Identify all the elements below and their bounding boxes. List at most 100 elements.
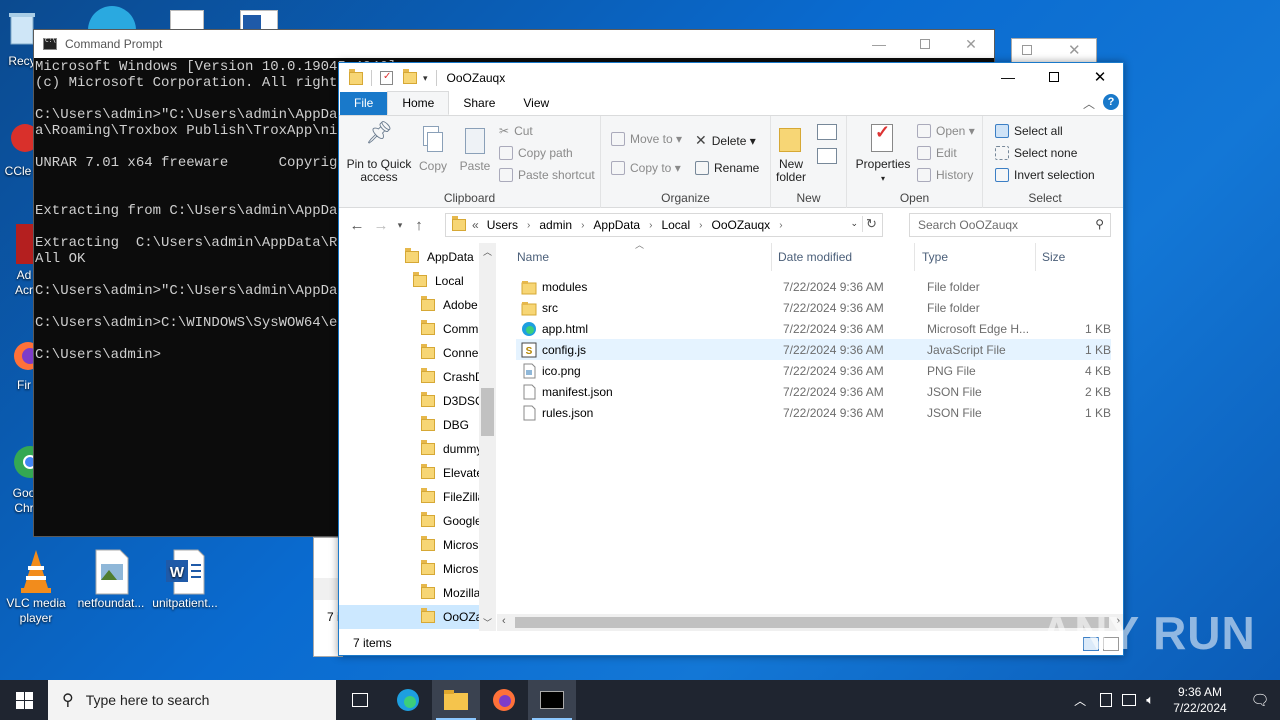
- breadcrumb-local[interactable]: Local: [661, 218, 690, 232]
- nav-item[interactable]: FileZilla: [339, 485, 484, 509]
- copy-to-button[interactable]: Copy to ▾: [611, 161, 681, 175]
- cmd-close-button[interactable]: ✕: [948, 30, 994, 58]
- taskbar-edge-button[interactable]: [384, 680, 432, 720]
- taskbar-explorer-button[interactable]: [432, 680, 480, 720]
- cmd-maximize-button[interactable]: [902, 30, 948, 58]
- tab-home[interactable]: Home: [387, 91, 450, 115]
- column-header-name[interactable]: Name: [517, 250, 549, 264]
- nav-item[interactable]: AppData: [339, 245, 479, 269]
- volume-icon[interactable]: 🔈︎: [1146, 692, 1154, 708]
- select-all-button[interactable]: Select all: [995, 124, 1063, 138]
- qat-properties-icon[interactable]: ✓: [380, 71, 393, 85]
- usb-device-icon[interactable]: [1100, 693, 1113, 707]
- taskbar-search-input[interactable]: Type here to search: [86, 692, 210, 708]
- up-button[interactable]: ↑: [407, 217, 431, 234]
- edit-button[interactable]: Edit: [917, 146, 957, 160]
- tab-file[interactable]: File: [340, 92, 388, 115]
- explorer-minimize-button[interactable]: —: [985, 63, 1031, 91]
- column-header-date[interactable]: Date modified: [778, 250, 852, 264]
- copy-path-button[interactable]: Copy path: [499, 146, 573, 160]
- easy-access-icon[interactable]: [817, 148, 837, 164]
- address-dropdown-icon[interactable]: ⌄: [850, 218, 858, 229]
- task-view-button[interactable]: [336, 680, 384, 720]
- nav-item[interactable]: Conne: [339, 341, 479, 365]
- qat-new-folder-icon[interactable]: [403, 69, 417, 84]
- tab-view[interactable]: View: [509, 92, 563, 115]
- refresh-icon[interactable]: ↻: [862, 216, 880, 232]
- scroll-left-arrow-icon[interactable]: ‹: [502, 615, 506, 627]
- navigation-pane[interactable]: AppData Local Adobe Comm Conne CrashD D3DSC DBG…: [339, 243, 495, 631]
- nav-item[interactable]: Micros: [339, 533, 479, 557]
- rename-button[interactable]: Rename: [695, 161, 759, 175]
- explorer-maximize-button[interactable]: [1031, 63, 1077, 91]
- column-header-size[interactable]: Size: [1042, 250, 1065, 264]
- copy-button[interactable]: Copy: [415, 126, 451, 173]
- search-box[interactable]: Search OoOZauqx ⚲: [909, 213, 1111, 237]
- document-desktop-icon[interactable]: [170, 10, 204, 30]
- edge-desktop-icon[interactable]: [88, 6, 136, 30]
- invert-selection-button[interactable]: Invert selection: [995, 168, 1095, 182]
- breadcrumb-appdata[interactable]: AppData: [593, 218, 640, 232]
- pin-quick-access-button[interactable]: 📌︎ Pin to Quick access: [343, 122, 415, 184]
- clock[interactable]: 9:36 AM 7/22/2024: [1160, 684, 1240, 716]
- nav-item[interactable]: DBG: [339, 413, 479, 437]
- delete-button[interactable]: ✕ Delete ▾: [695, 132, 756, 149]
- nav-item[interactable]: OoOZa: [339, 605, 482, 629]
- file-row[interactable]: manifest.json 7/22/2024 9:36 AM JSON File 2…: [516, 381, 1111, 402]
- navigation-scrollbar-thumb[interactable]: [481, 388, 494, 436]
- file-explorer-window[interactable]: ✓ ▾ OoOZauqx — ✕ File Home Share View ︿ …: [338, 62, 1124, 656]
- bg-maximize-icon[interactable]: [1022, 45, 1032, 55]
- properties-button[interactable]: ✓ Properties ▾: [853, 123, 913, 185]
- network-icon[interactable]: [1122, 694, 1137, 706]
- forward-button[interactable]: →: [369, 217, 393, 234]
- paste-shortcut-button[interactable]: Paste shortcut: [499, 168, 595, 182]
- qat-customize-icon[interactable]: ▾: [423, 73, 428, 84]
- tab-share[interactable]: Share: [449, 92, 509, 115]
- column-header-type[interactable]: Type: [922, 250, 948, 264]
- start-button[interactable]: [0, 680, 48, 720]
- breadcrumb-admin[interactable]: admin: [539, 218, 572, 232]
- paste-button[interactable]: Paste: [455, 126, 495, 173]
- nav-item[interactable]: CrashD: [339, 365, 484, 389]
- new-item-icon[interactable]: [817, 124, 837, 140]
- word-desktop-icon[interactable]: [240, 10, 278, 31]
- horizontal-scrollbar-thumb[interactable]: [515, 617, 1109, 628]
- taskbar-firefox-button[interactable]: [480, 680, 528, 720]
- file-list[interactable]: ︿ Name Date modified Type Size modules 7/…: [511, 240, 1111, 613]
- move-to-button[interactable]: Move to ▾: [611, 132, 682, 146]
- breadcrumb-ooozauqx[interactable]: OoOZauqx: [711, 218, 770, 232]
- file-row[interactable]: modules 7/22/2024 9:36 AM File folder: [516, 276, 1111, 297]
- horizontal-scrollbar[interactable]: ‹ ›: [497, 614, 1123, 631]
- file-row[interactable]: rules.json 7/22/2024 9:36 AM JSON File 1 KB: [516, 402, 1111, 423]
- notifications-icon[interactable]: 🗨︎: [1240, 691, 1280, 709]
- cmd-title-bar[interactable]: Command Prompt — ✕: [34, 30, 994, 58]
- nav-item[interactable]: Google: [339, 509, 482, 533]
- help-icon[interactable]: ?: [1103, 94, 1119, 110]
- nav-item[interactable]: Elevate: [339, 461, 483, 485]
- show-hidden-icons-icon[interactable]: ︿: [1074, 692, 1086, 709]
- select-none-button[interactable]: Select none: [995, 146, 1077, 160]
- vlc-desktop-icon[interactable]: VLC media player: [1, 548, 71, 626]
- file-row[interactable]: src 7/22/2024 9:36 AM File folder: [516, 297, 1111, 318]
- nav-item[interactable]: Mozilla: [339, 581, 480, 605]
- cmd-minimize-button[interactable]: —: [856, 30, 902, 58]
- bg-close-icon[interactable]: ✕: [1068, 41, 1081, 59]
- history-button[interactable]: History: [917, 168, 973, 182]
- collapse-ribbon-icon[interactable]: ︿: [1083, 95, 1095, 112]
- address-bar[interactable]: « Users › admin › AppData › Local › OoOZauqx…: [445, 213, 883, 237]
- nav-item[interactable]: dummy: [339, 437, 482, 461]
- nav-item[interactable]: Comm: [339, 317, 479, 341]
- background-window[interactable]: ✕: [1011, 38, 1097, 64]
- nav-item[interactable]: Adobe: [339, 293, 479, 317]
- back-button[interactable]: ←: [345, 217, 369, 234]
- cut-button[interactable]: ✂ Cut: [499, 124, 533, 138]
- taskbar-search-box[interactable]: ⚲ Type here to search: [48, 680, 336, 720]
- explorer-close-button[interactable]: ✕: [1077, 63, 1123, 91]
- nav-item[interactable]: D3DSC: [339, 389, 484, 413]
- nav-item[interactable]: Local: [339, 269, 479, 293]
- scroll-up-arrow-icon[interactable]: ︿: [483, 245, 492, 258]
- nav-item[interactable]: Micros: [339, 557, 479, 581]
- file-row[interactable]: app.html 7/22/2024 9:36 AM Microsoft Edge …: [516, 318, 1111, 339]
- breadcrumb-overflow[interactable]: «: [472, 218, 479, 232]
- ccleaner-desktop-icon[interactable]: CCle: [0, 120, 39, 179]
